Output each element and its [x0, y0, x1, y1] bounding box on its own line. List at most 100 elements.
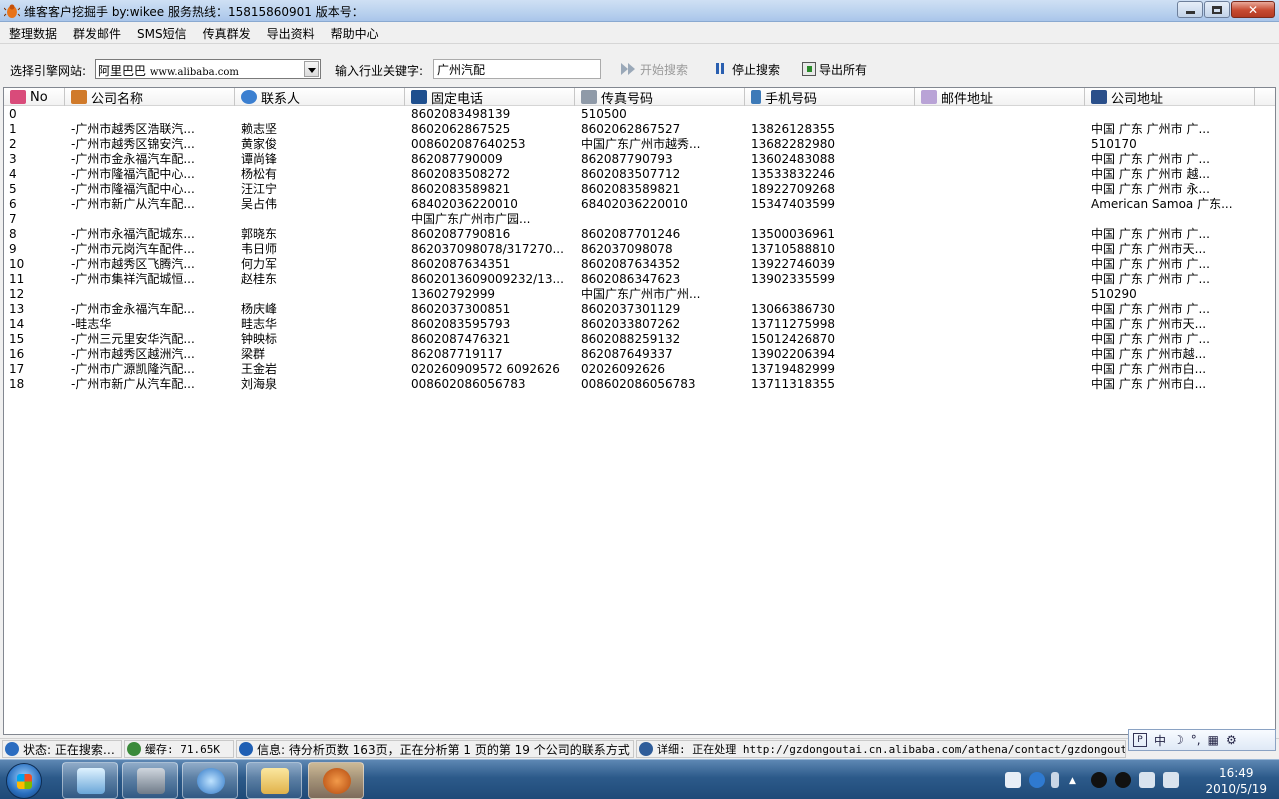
table-cell: 中国 广东 广州市 广... [1091, 332, 1210, 346]
engine-select[interactable]: 阿里巴巴 www.alibaba.com [95, 59, 321, 79]
table-cell: 15012426870 [751, 332, 835, 346]
table-row[interactable]: 10 -广州市越秀区飞腾汽... 何力军 8602087634351 860208763… [4, 257, 1275, 272]
table-cell: 8602037300851 [411, 302, 511, 316]
table-cell: 杨庆峰 [241, 302, 278, 316]
table-header: No 公司名称 联系人 固定电话 传真号码 手机号码 邮件地址 公司地址 [4, 88, 1275, 106]
table-row[interactable]: 0 8602083498139 510500 [4, 107, 1275, 122]
pen-icon[interactable] [1051, 772, 1059, 788]
column-header-phone[interactable]: 固定电话 [405, 88, 575, 106]
network-icon[interactable] [1139, 772, 1155, 788]
column-label: 公司名称 [91, 91, 144, 107]
punctuation-icon[interactable]: °, [1191, 733, 1201, 747]
play-icon [621, 62, 637, 76]
column-header-fax[interactable]: 传真号码 [575, 88, 745, 106]
column-header-contact[interactable]: 联系人 [235, 88, 405, 106]
column-label: 固定电话 [431, 91, 484, 107]
menu-bulk-email[interactable]: 群发邮件 [64, 25, 128, 42]
start-button[interactable] [6, 763, 42, 799]
stop-search-button[interactable]: 停止搜索 [713, 60, 780, 78]
menu-bulk-fax[interactable]: 传真群发 [194, 25, 258, 42]
half-width-icon[interactable]: ☽ [1173, 733, 1184, 747]
table-cell [921, 152, 1086, 167]
table-row[interactable]: 5 -广州市隆福汽配中心... 汪江宁 8602083589821 8602083589… [4, 182, 1275, 197]
table-row[interactable]: 14 -畦志华 畦志华 8602083595793 8602033807262 13711… [4, 317, 1275, 332]
table-row[interactable]: 8 -广州市永福汽配城东... 郭晓东 8602087790816 8602087701… [4, 227, 1275, 242]
ime-tray-icon[interactable] [1005, 772, 1021, 788]
title-bar: 维客客户挖掘手 by:wikee 服务热线：15815860901 版本号： ✕ [0, 0, 1279, 22]
table-cell: 7 [9, 212, 17, 226]
table-cell: 吴占伟 [241, 197, 278, 211]
table-cell: -广州市越秀区锦安汽... [71, 137, 195, 151]
menu-export-data[interactable]: 导出资料 [258, 25, 322, 42]
qq-icon-2[interactable] [1115, 772, 1131, 788]
ime-language-toggle[interactable]: 中 [1154, 732, 1166, 749]
menu-organize-data[interactable]: 整理数据 [0, 25, 64, 42]
table-cell: 13711275998 [751, 317, 835, 331]
keyboard-icon[interactable]: ▦ [1208, 733, 1219, 747]
table-cell: 18922709268 [751, 182, 835, 196]
minimize-button[interactable] [1177, 1, 1203, 18]
table-row[interactable]: 16 -广州市越秀区越洲汽... 梁群 862087719117 86208764933… [4, 347, 1275, 362]
table-cell: 0 [9, 107, 17, 121]
table-row[interactable]: 13 -广州市金永福汽车配... 杨庆峰 8602037300851 860203730… [4, 302, 1275, 317]
table-cell: 畦志华 [241, 317, 278, 331]
table-row[interactable]: 2 -广州市越秀区锦安汽... 黄家俊 008602087640253 中国广东广州市越… [4, 137, 1275, 152]
taskbar-computer[interactable] [122, 762, 178, 799]
table-cell [921, 242, 1086, 257]
table-row[interactable]: 11 -广州市集祥汽配城恒... 赵桂东 8602013609009232/13...… [4, 272, 1275, 287]
table-cell [921, 212, 1086, 227]
taskbar-notepad[interactable] [62, 762, 118, 799]
qq-icon[interactable] [1091, 772, 1107, 788]
table-cell: 8602083589821 [581, 182, 681, 196]
table-row[interactable]: 12 13602792999 中国广东广州市广州... 510290 [4, 287, 1275, 302]
column-header-no[interactable]: No [4, 88, 65, 106]
menu-help-center[interactable]: 帮助中心 [322, 25, 386, 42]
column-label: 邮件地址 [941, 91, 994, 107]
table-cell: 8602087634351 [411, 257, 511, 271]
chevron-down-icon[interactable] [304, 61, 319, 77]
taskbar-wikee-app[interactable] [308, 762, 364, 799]
chevron-up-icon[interactable]: ▲ [1069, 772, 1079, 788]
table-cell: 008602086056783 [411, 377, 526, 391]
table-cell: 8602087701246 [581, 227, 681, 241]
table-cell: -广州市越秀区越洲汽... [71, 347, 195, 361]
start-search-button[interactable]: 开始搜索 [621, 60, 688, 78]
table-row[interactable]: 6 -广州市新广从汽车配... 吴占伟 68402036220010 684020362… [4, 197, 1275, 212]
taskbar-browser[interactable] [182, 762, 238, 799]
table-cell: 13533832246 [751, 167, 835, 181]
settings-icon[interactable]: ⚙ [1226, 733, 1237, 747]
maximize-button[interactable] [1204, 1, 1230, 18]
fax-icon [581, 90, 597, 104]
table-row[interactable]: 3 -广州市金永福汽车配... 谭尚锋 862087790009 86208779079… [4, 152, 1275, 167]
table-row[interactable]: 9 -广州市元岗汽车配件... 韦日师 862037098078/317270... 8… [4, 242, 1275, 257]
menu-sms[interactable]: SMS短信 [128, 25, 194, 42]
window-title: 维客客户挖掘手 by:wikee 服务热线：15815860901 版本号： [24, 5, 364, 19]
help-icon[interactable] [1029, 772, 1045, 788]
keyword-label: 输入行业关键字: [335, 64, 424, 78]
table-cell: 梁群 [241, 347, 266, 361]
export-all-button[interactable]: 导出所有 [802, 60, 867, 78]
table-row[interactable]: 18 -广州市新广从汽车配... 刘海泉 008602086056783 0086020… [4, 377, 1275, 392]
close-button[interactable]: ✕ [1231, 1, 1275, 18]
table-row[interactable]: 17 -广州市广源凯隆汽配... 王金岩 020260909572 6092626 02… [4, 362, 1275, 377]
table-cell [921, 287, 1086, 302]
column-header-mobile[interactable]: 手机号码 [745, 88, 915, 106]
table-cell: 15347403599 [751, 197, 835, 211]
taskbar-explorer[interactable] [246, 762, 302, 799]
table-row[interactable]: 15 -广州三元里安华汽配... 钟映标 8602087476321 860208825… [4, 332, 1275, 347]
table-row[interactable]: 1 -广州市越秀区浩联汽... 赖志坚 8602062867525 8602062867… [4, 122, 1275, 137]
ime-toolbar[interactable]: P 中 ☽ °, ▦ ⚙ [1128, 729, 1276, 751]
table-cell: 8602087634352 [581, 257, 681, 271]
table-body: 0 8602083498139 510500 1 -广州市越秀区浩联汽... 赖志坚 860… [4, 107, 1275, 392]
engine-select-value: 阿里巴巴 www.alibaba.com [98, 62, 239, 79]
table-cell: 何力军 [241, 257, 278, 271]
column-header-address[interactable]: 公司地址 [1085, 88, 1255, 106]
column-header-email[interactable]: 邮件地址 [915, 88, 1085, 106]
table-row[interactable]: 7 中国广东广州市广园... [4, 212, 1275, 227]
keyword-input[interactable] [433, 59, 601, 79]
ime-logo-icon[interactable]: P [1133, 733, 1147, 747]
clock[interactable]: 16:49 2010/5/19 [1205, 765, 1267, 797]
volume-icon[interactable] [1163, 772, 1179, 788]
column-header-company[interactable]: 公司名称 [65, 88, 235, 106]
table-row[interactable]: 4 -广州市隆福汽配中心... 杨松有 8602083508272 8602083507… [4, 167, 1275, 182]
